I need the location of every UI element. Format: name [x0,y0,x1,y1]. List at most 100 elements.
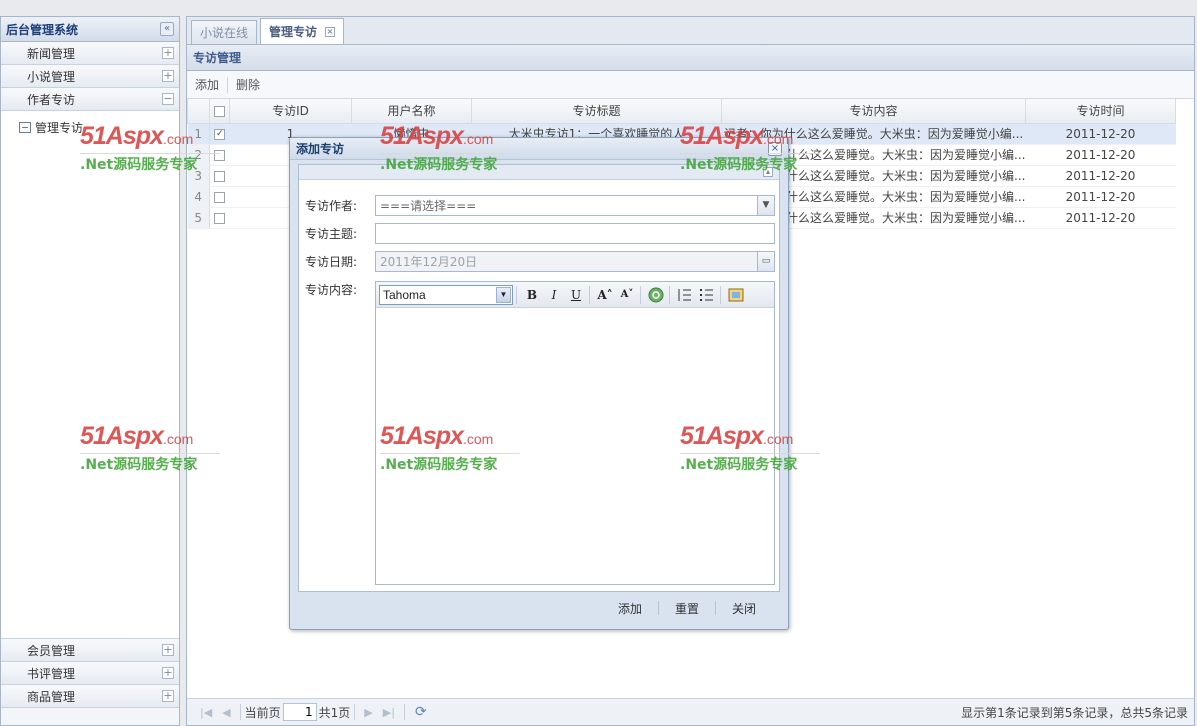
watermark-slogan: .Net源码服务专家 [80,153,220,174]
row-number: 4 [187,186,210,208]
image-icon [728,288,744,301]
watermark-brand: 51Aspx [680,422,764,450]
watermark-domain: .com [762,431,794,447]
tree-item-label: 管理专访 [35,120,84,135]
dialog-footer: 添加 重置 关闭 [298,593,780,623]
next-page-icon[interactable]: ▶ [364,706,372,719]
delete-button[interactable]: 删除 [236,76,260,93]
close-tab-icon[interactable]: × [325,26,336,37]
chevron-down-icon[interactable]: ▼ [496,286,511,303]
watermark-slogan: .Net源码服务专家 [80,453,220,474]
prev-page-icon[interactable]: ◀ [222,706,230,719]
expand-icon[interactable]: + [162,47,174,59]
select-all-checkbox[interactable] [209,99,230,124]
toolbar-divider [669,285,670,304]
tab-manage-interviews[interactable]: 管理专访 × [260,18,345,44]
dialog-reset-button[interactable]: 重置 [659,600,715,617]
watermark-domain: .com [162,131,194,147]
insert-image-button[interactable] [726,285,746,305]
table-header: 专访ID 用户名称 专访标题 专访内容 专访时间 [187,99,1176,124]
unordered-list-button[interactable] [697,285,717,305]
author-label: 专访作者: [305,199,358,213]
sidebar-item-products[interactable]: 商品管理 + [1,685,179,708]
decrease-font-button[interactable]: A˅ [617,285,637,305]
watermark: 51Aspx.com .Net源码服务专家 [80,122,220,174]
watermark-brand: 51Aspx [380,422,464,450]
cell-time: 2011-12-20 [1025,207,1176,229]
add-button[interactable]: 添加 [195,76,219,93]
refresh-icon[interactable]: ⟳ [415,704,427,720]
collapse-sidebar-icon[interactable]: « [160,22,174,36]
record-count-info: 显示第1条记录到第5条记录，总共5条记录 [961,705,1188,720]
topic-label: 专访主题: [305,227,358,241]
watermark: 51Aspx.com .Net源码服务专家 [380,422,520,474]
column-header-title[interactable]: 专访标题 [471,99,722,124]
row-number: 5 [187,207,210,229]
topic-input[interactable] [375,223,775,244]
content-label-row: 专访内容: [305,281,375,298]
watermark: 51Aspx.com .Net源码服务专家 [680,122,820,174]
dialog-add-button[interactable]: 添加 [602,600,658,617]
ordered-list-button[interactable] [675,285,695,305]
watermark-slogan: .Net源码服务专家 [380,153,520,174]
column-header-content[interactable]: 专访内容 [721,99,1026,124]
dialog-close-button[interactable]: 关闭 [716,600,772,617]
date-input[interactable]: 2011年12月20日 ▭ [375,251,775,272]
page-number-input[interactable] [282,703,317,721]
cell-time: 2011-12-20 [1025,144,1176,166]
sidebar-title: 后台管理系统 [6,22,79,37]
sidebar-item-novels[interactable]: 小说管理 + [1,65,179,88]
topic-row: 专访主题: [305,223,775,244]
current-page-label: 当前页 [244,705,281,720]
tab-novels-online[interactable]: 小说在线 [191,20,258,44]
bold-button[interactable]: B [522,285,542,305]
font-family-select[interactable]: Tahoma ▼ [379,284,513,305]
column-header-time[interactable]: 专访时间 [1025,99,1176,124]
dialog-title: 添加专访 [296,142,345,156]
expand-icon[interactable]: + [162,667,174,679]
expand-icon[interactable]: + [162,690,174,702]
sidebar-tree: 管理专访 [1,111,179,639]
underline-button[interactable]: U [566,285,586,305]
watermark-domain: .com [762,131,794,147]
date-value: 2011年12月20日 [380,255,478,269]
pager-divider [354,704,356,720]
expand-icon[interactable]: + [162,644,174,656]
first-page-icon[interactable]: |◀ [200,706,212,719]
watermark: 51Aspx.com .Net源码服务专家 [680,422,820,474]
tab-label: 小说在线 [200,26,249,40]
globe-icon [648,287,664,302]
tab-bar: 小说在线 管理专访 × [187,17,1194,45]
sidebar-item-members[interactable]: 会员管理 + [1,639,179,662]
editor-toolbar: Tahoma ▼ B I U A˄ A˅ [376,282,774,308]
column-header-id[interactable]: 专访ID [229,99,352,124]
italic-button[interactable]: I [544,285,564,305]
sidebar-item-label: 书评管理 [27,666,76,681]
watermark-domain: .com [162,431,194,447]
toolbar-divider [720,285,721,304]
watermark-brand: 51Aspx [80,122,164,150]
watermark-brand: 51Aspx [380,122,464,150]
expand-icon[interactable]: + [162,70,174,82]
column-header-user[interactable]: 用户名称 [351,99,472,124]
increase-font-button[interactable]: A˄ [595,285,615,305]
sidebar-header: 后台管理系统 « [1,17,179,42]
dialog-form: ▴ 专访作者: ===请选择=== ▼ 专访主题: 专访日期: 2011年12月… [298,164,780,592]
row-checkbox[interactable] [209,207,230,229]
sidebar-item-interviews[interactable]: 作者专访 − [1,88,179,111]
watermark: 51Aspx.com .Net源码服务专家 [80,422,220,474]
last-page-icon[interactable]: ▶| [383,706,395,719]
sidebar-item-news[interactable]: 新闻管理 + [1,42,179,65]
calendar-icon[interactable]: ▭ [757,252,774,271]
insert-link-button[interactable] [646,285,666,305]
total-pages-label: 共1页 [318,705,351,720]
sidebar-item-label: 商品管理 [27,689,76,704]
author-select[interactable]: ===请选择=== ▼ [375,195,775,216]
chevron-down-icon[interactable]: ▼ [757,196,774,215]
tab-label: 管理专访 [269,25,318,39]
sidebar-item-reviews[interactable]: 书评管理 + [1,662,179,685]
row-checkbox[interactable] [209,186,230,208]
sidebar-item-label: 会员管理 [27,643,76,658]
watermark-domain: .com [462,131,494,147]
collapse-icon[interactable]: − [162,93,174,105]
